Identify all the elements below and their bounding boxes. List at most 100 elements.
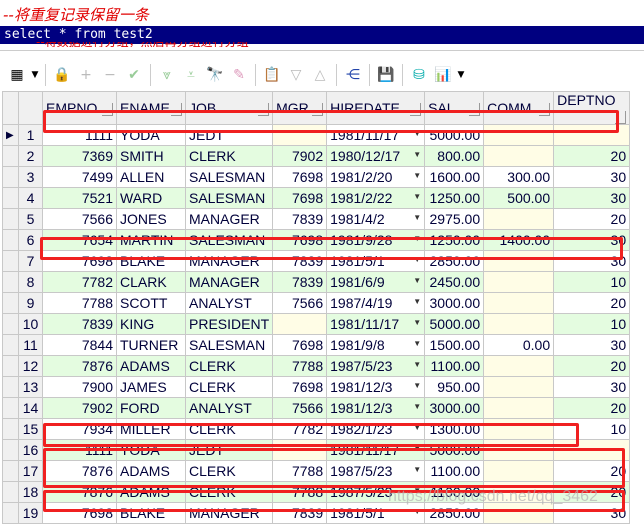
row-number[interactable]: 8 [18,271,43,293]
cell-job[interactable]: ANALYST [184,397,274,419]
cell-job[interactable]: SALESMAN [184,334,274,356]
cell-deptno[interactable]: 20 [553,460,631,482]
find-icon[interactable]: 🔭 [204,64,226,86]
cell-ename[interactable]: BLAKE [116,250,186,272]
cell-mgr[interactable]: 7839 [272,502,328,524]
clear-icon[interactable]: ✎ [228,64,250,86]
cell-comm[interactable] [483,313,555,335]
cell-comm[interactable] [483,460,555,482]
column-menu-button[interactable] [258,103,270,116]
cell-deptno[interactable]: 20 [553,145,631,167]
date-dropdown-icon[interactable]: ▼ [413,360,421,369]
cell-comm[interactable]: 300.00 [483,166,555,188]
cell-sal[interactable]: 800.00 [424,145,485,167]
date-dropdown-icon[interactable]: ▼ [413,213,421,222]
add-record-icon[interactable]: + [75,64,97,86]
cell-ename[interactable]: YODA [116,439,186,461]
cell-sal[interactable]: 1100.00 [424,460,485,482]
cell-comm[interactable] [483,250,555,272]
column-header-job[interactable]: JOB [184,91,274,125]
cell-deptno[interactable]: 10 [553,418,631,440]
date-dropdown-icon[interactable]: ▼ [413,402,421,411]
row-number[interactable]: 5 [18,208,43,230]
cell-mgr[interactable]: 7902 [272,145,328,167]
cell-ename[interactable]: WARD [116,187,186,209]
cell-comm[interactable] [483,208,555,230]
row-number[interactable]: 17 [18,460,43,482]
column-menu-button[interactable] [312,103,324,116]
cell-empno[interactable]: 7839 [42,313,117,335]
cell-deptno[interactable] [553,439,631,461]
cell-job[interactable]: CLERK [184,418,274,440]
date-dropdown-icon[interactable]: ▼ [413,507,421,516]
cell-hiredate[interactable]: ▼ 1987/5/23 [326,355,426,377]
date-dropdown-icon[interactable]: ▼ [413,339,421,348]
table-row[interactable]: ▶ 1 1111 YODA JEDT ▼ 1981/11/17 5000.00 [2,124,631,146]
cell-empno[interactable]: 1111 [42,439,117,461]
table-row[interactable]: 15 7934 MILLER CLERK 7782 ▼ 1982/1/23 1300.00 10 [2,418,631,440]
cell-sal[interactable]: 2975.00 [424,208,485,230]
cell-job[interactable]: SALESMAN [184,229,274,251]
cell-ename[interactable]: MILLER [116,418,186,440]
cell-empno[interactable]: 7900 [42,376,117,398]
cell-sal[interactable]: 1100.00 [424,355,485,377]
cell-mgr[interactable]: 7698 [272,166,328,188]
cell-comm[interactable] [483,376,555,398]
date-dropdown-icon[interactable]: ▼ [413,465,421,474]
cell-ename[interactable]: SMITH [116,145,186,167]
cell-empno[interactable]: 1111 [42,124,117,146]
cell-job[interactable]: PRESIDENT [184,313,274,335]
cell-deptno[interactable]: 30 [553,166,631,188]
cell-deptno[interactable]: 20 [553,292,631,314]
cell-comm[interactable] [483,439,555,461]
cell-empno[interactable]: 7902 [42,397,117,419]
date-dropdown-icon[interactable]: ▼ [413,444,421,453]
cell-hiredate[interactable]: ▼ 1981/11/17 [326,439,426,461]
dropdown-icon[interactable]: ▼ [456,64,466,86]
row-indicator[interactable] [2,460,19,482]
cell-comm[interactable]: 500.00 [483,187,555,209]
filter-icon[interactable]: ▽ [285,64,307,86]
cell-deptno[interactable]: 20 [553,397,631,419]
chart-icon[interactable]: 📊 [432,64,454,86]
cell-job[interactable]: JEDT [184,124,274,146]
table-row[interactable]: 13 7900 JAMES CLERK 7698 ▼ 1981/12/3 950.00 30 [2,376,631,398]
next-page-icon[interactable]: ⩔ [156,64,178,86]
cell-hiredate[interactable]: ▼ 1987/5/23 [326,460,426,482]
cell-empno[interactable]: 7654 [42,229,117,251]
cell-empno[interactable]: 7788 [42,292,117,314]
cell-mgr[interactable]: 7839 [272,208,328,230]
row-number[interactable]: 3 [18,166,43,188]
date-dropdown-icon[interactable]: ▼ [413,381,421,390]
date-dropdown-icon[interactable]: ▼ [413,423,421,432]
column-header-ename[interactable]: ENAME [116,91,186,125]
cell-hiredate[interactable]: ▼ 1981/11/17 [326,124,426,146]
dropdown-icon[interactable]: ▼ [30,64,40,86]
row-indicator[interactable] [2,397,19,419]
cell-empno[interactable]: 7782 [42,271,117,293]
date-dropdown-icon[interactable]: ▼ [413,276,421,285]
date-dropdown-icon[interactable]: ▼ [413,234,421,243]
cell-hiredate[interactable]: ▼ 1987/4/19 [326,292,426,314]
row-indicator[interactable] [2,481,19,503]
table-row[interactable]: 8 7782 CLARK MANAGER 7839 ▼ 1981/6/9 2450.00 10 [2,271,631,293]
cell-job[interactable]: CLERK [184,460,274,482]
cell-sal[interactable]: 1500.00 [424,334,485,356]
column-menu-button[interactable] [615,111,627,124]
cell-deptno[interactable]: 30 [553,376,631,398]
row-indicator[interactable] [2,334,19,356]
cell-mgr[interactable]: 7788 [272,355,328,377]
column-header-deptno[interactable]: DEPTNO [553,91,631,125]
cell-ename[interactable]: SCOTT [116,292,186,314]
grid-layout-icon[interactable]: ▦ [6,64,28,86]
query-by-example-icon[interactable]: 📋 [261,64,283,86]
cell-empno[interactable]: 7934 [42,418,117,440]
cell-hiredate[interactable]: ▼ 1981/9/28 [326,229,426,251]
column-menu-button[interactable] [469,103,481,116]
cell-job[interactable]: CLERK [184,376,274,398]
table-row[interactable]: 12 7876 ADAMS CLERK 7788 ▼ 1987/5/23 1100.00 20 [2,355,631,377]
cell-ename[interactable]: JAMES [116,376,186,398]
lock-icon[interactable]: 🔒 [51,64,73,86]
cell-deptno[interactable]: 30 [553,250,631,272]
row-number[interactable]: 11 [18,334,43,356]
